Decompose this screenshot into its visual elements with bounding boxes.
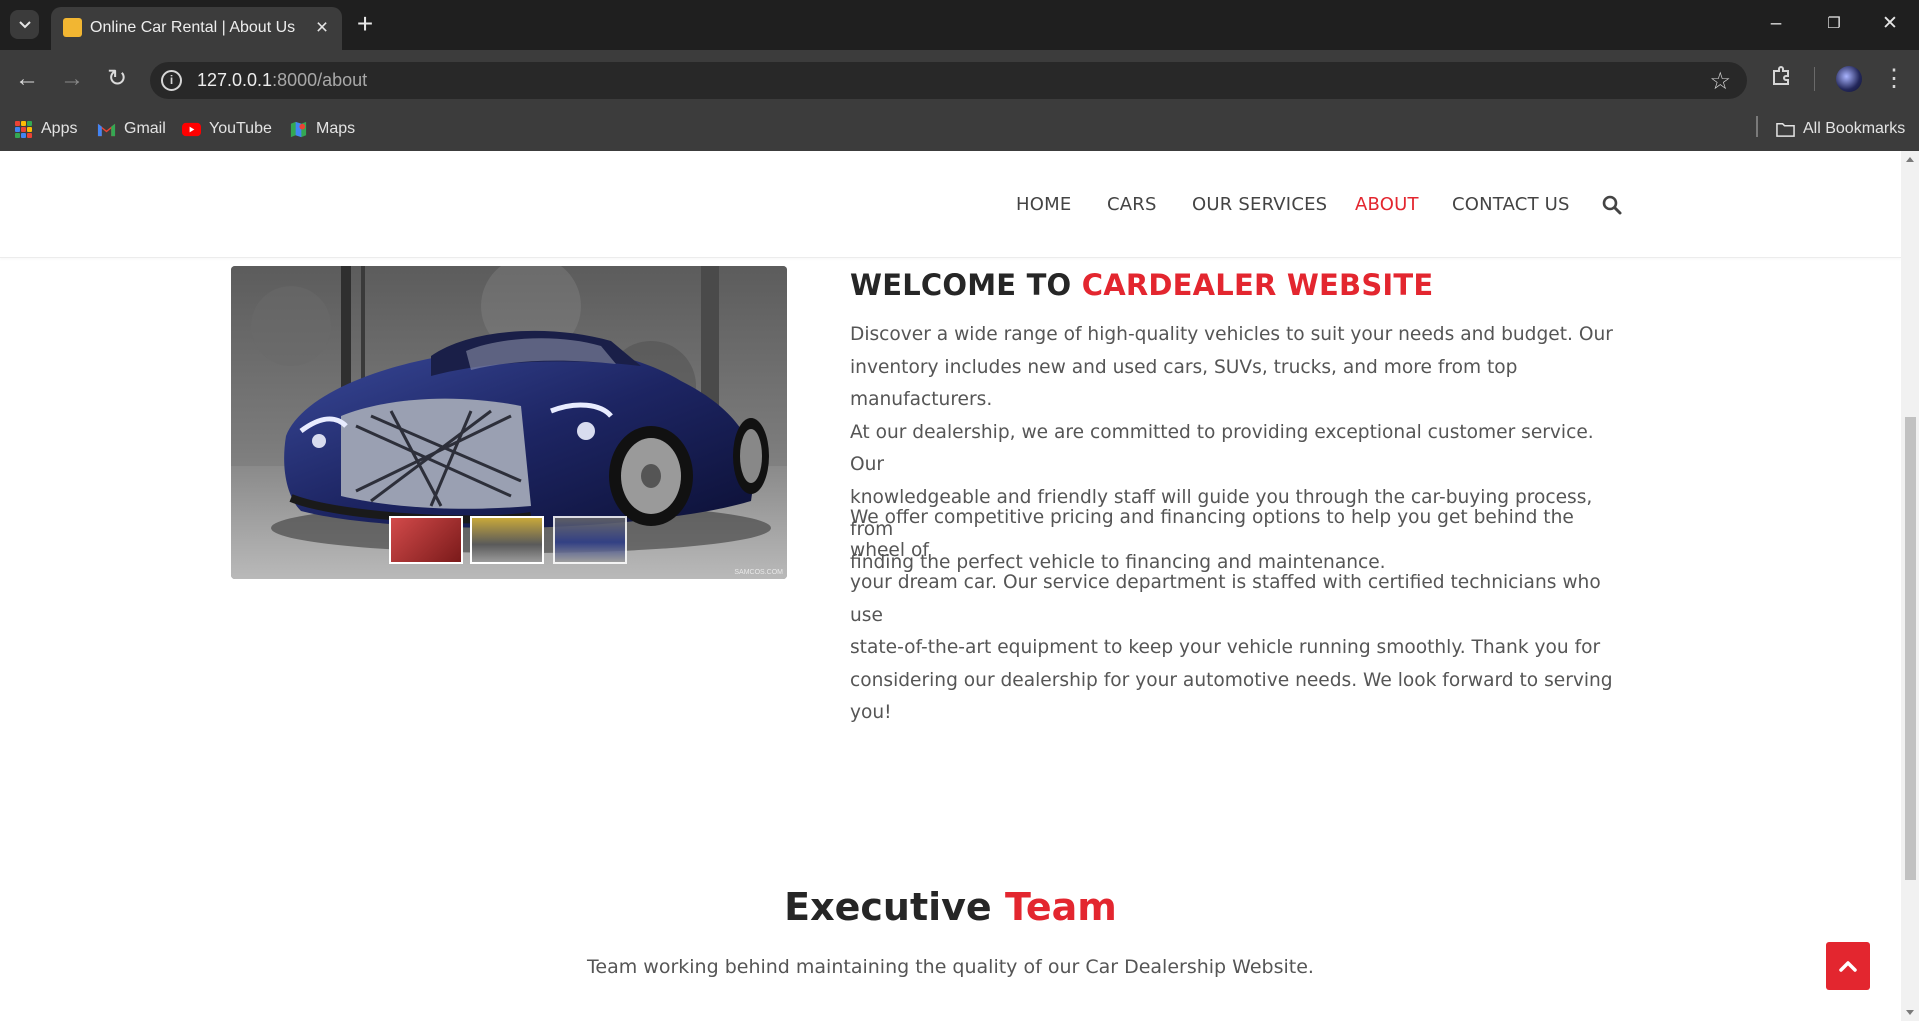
reload-icon[interactable]: ↻ bbox=[102, 64, 132, 94]
browser-tab-bar: Online Car Rental | About Us × + – ❐ ✕ bbox=[0, 0, 1919, 50]
site-header: HOME CARS OUR SERVICES ABOUT CONTACT US bbox=[0, 151, 1901, 258]
browser-tab-active[interactable]: Online Car Rental | About Us × bbox=[51, 7, 342, 50]
bookmark-maps[interactable]: Maps bbox=[289, 117, 355, 141]
paragraph-line: At our dealership, we are committed to p… bbox=[850, 421, 1594, 476]
url-path: :8000/about bbox=[272, 70, 368, 90]
bookmark-label: YouTube bbox=[209, 120, 272, 137]
team-heading: Executive Team bbox=[0, 885, 1901, 929]
apps-grid-icon bbox=[15, 120, 32, 138]
nav-home[interactable]: HOME bbox=[1016, 194, 1071, 215]
all-bookmarks-label: All Bookmarks bbox=[1803, 120, 1906, 137]
chevron-up-icon bbox=[1839, 961, 1857, 972]
all-bookmarks-button[interactable]: All Bookmarks bbox=[1776, 117, 1905, 141]
page-viewport: HOME CARS OUR SERVICES ABOUT CONTACT US bbox=[0, 151, 1901, 1021]
bookmarks-bar: Apps Gmail YouTube Maps All Bookmarks bbox=[0, 109, 1919, 151]
browser-toolbar: ← → ↻ i 127.0.0.1:8000/about ☆ ⋮ bbox=[0, 50, 1919, 109]
url-text[interactable]: 127.0.0.1:8000/about bbox=[197, 70, 367, 91]
nav-contact-us[interactable]: CONTACT US bbox=[1452, 194, 1570, 215]
nav-cars[interactable]: CARS bbox=[1107, 194, 1157, 215]
minimize-icon[interactable]: – bbox=[1764, 12, 1788, 36]
paragraph-line: We offer competitive pricing and financi… bbox=[850, 507, 1574, 561]
close-window-icon[interactable]: ✕ bbox=[1878, 12, 1902, 36]
search-icon[interactable] bbox=[1601, 194, 1623, 216]
bookmark-apps[interactable]: Apps bbox=[15, 117, 77, 141]
nav-about[interactable]: ABOUT bbox=[1355, 194, 1419, 215]
about-paragraph-2: We offer competitive pricing and financi… bbox=[850, 502, 1620, 730]
carousel-thumbnail-1[interactable] bbox=[389, 516, 463, 564]
scroll-down-arrow-icon[interactable] bbox=[1906, 1010, 1914, 1015]
carousel-thumbnail-2[interactable] bbox=[470, 516, 544, 564]
bookmark-gmail[interactable]: Gmail bbox=[97, 117, 166, 141]
team-subtitle: Team working behind maintaining the qual… bbox=[587, 956, 1314, 978]
about-heading: WELCOME TO CARDEALER WEBSITE bbox=[850, 268, 1433, 302]
scrollbar-thumb[interactable] bbox=[1905, 417, 1916, 880]
carousel-thumbnail-3[interactable] bbox=[553, 516, 627, 564]
bookmark-youtube[interactable]: YouTube bbox=[182, 117, 272, 141]
tab-title: Online Car Rental | About Us bbox=[90, 19, 296, 36]
new-tab-button[interactable]: + bbox=[352, 10, 378, 38]
nav-our-services[interactable]: OUR SERVICES bbox=[1192, 194, 1327, 215]
heading-prefix: WELCOME TO bbox=[850, 268, 1082, 302]
extensions-icon[interactable] bbox=[1767, 64, 1797, 94]
bookmark-label: Gmail bbox=[124, 120, 166, 137]
folder-icon bbox=[1776, 122, 1795, 137]
chevron-down-icon bbox=[18, 20, 31, 28]
image-watermark: SAMCOS.COM bbox=[734, 569, 783, 576]
bookmark-label: Maps bbox=[316, 120, 356, 137]
car-image-carousel: SAMCOS.COM bbox=[231, 266, 787, 579]
toolbar-divider bbox=[1814, 67, 1815, 91]
restore-icon[interactable]: ❐ bbox=[1822, 12, 1846, 36]
paragraph-line: state-of-the-art equipment to keep your … bbox=[850, 637, 1601, 658]
youtube-icon bbox=[182, 122, 201, 136]
address-bar[interactable]: i 127.0.0.1:8000/about ☆ bbox=[150, 62, 1747, 99]
back-arrow-icon[interactable]: ← bbox=[12, 64, 42, 94]
page-scrollbar[interactable] bbox=[1901, 151, 1919, 1021]
more-menu-icon[interactable]: ⋮ bbox=[1879, 64, 1909, 94]
gmail-icon bbox=[97, 123, 116, 136]
bookmark-star-icon[interactable]: ☆ bbox=[1709, 67, 1731, 96]
team-heading-prefix: Executive bbox=[784, 885, 1005, 929]
heading-highlight: CARDEALER WEBSITE bbox=[1081, 268, 1434, 302]
forward-arrow-icon[interactable]: → bbox=[57, 64, 87, 94]
profile-avatar[interactable] bbox=[1836, 66, 1862, 92]
paragraph-line: considering our dealership for your auto… bbox=[850, 669, 1613, 724]
paragraph-line: inventory includes new and used cars, SU… bbox=[850, 356, 1518, 411]
bookmark-label: Apps bbox=[41, 120, 78, 137]
close-tab-icon[interactable]: × bbox=[312, 17, 332, 38]
tab-search-button[interactable] bbox=[10, 10, 39, 39]
url-host: 127.0.0.1 bbox=[197, 70, 273, 90]
bookmarks-divider bbox=[1756, 116, 1758, 137]
paragraph-line: Discover a wide range of high-quality ve… bbox=[850, 324, 1613, 345]
scroll-up-arrow-icon[interactable] bbox=[1906, 157, 1914, 162]
paragraph-line: your dream car. Our service department i… bbox=[850, 572, 1601, 626]
site-info-icon[interactable]: i bbox=[161, 70, 182, 91]
team-heading-highlight: Team bbox=[1004, 885, 1117, 929]
maps-icon bbox=[290, 121, 307, 137]
scroll-to-top-button[interactable] bbox=[1826, 942, 1870, 990]
site-favicon-icon bbox=[63, 18, 82, 37]
